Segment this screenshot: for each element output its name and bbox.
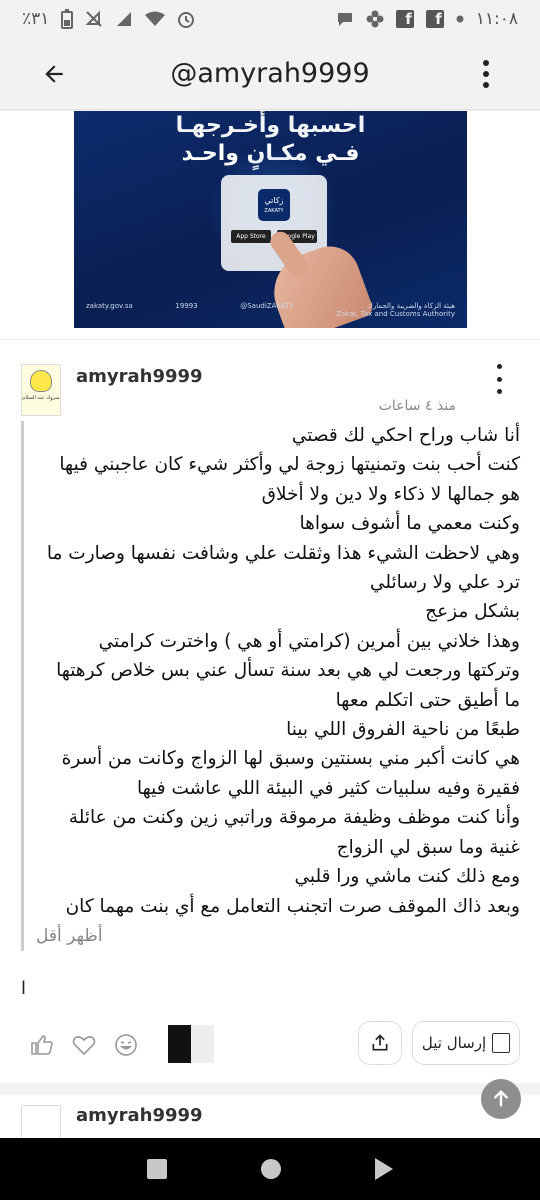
zakaty-banner[interactable]: احسبها وأخـرجهـا فـي مكـانٍ واحـد زكاتي … [74,111,467,328]
flower-icon [366,10,384,28]
thumb-up-icon [31,1035,53,1055]
more-vert-icon [496,364,502,369]
banner-footer: zakaty.gov.sa 19993 @SaudiZAKATY هيئة ال… [86,302,455,318]
wifi-icon [145,11,166,26]
back-triangle-icon[interactable] [375,1158,393,1180]
battery-icon [61,9,74,29]
laugh-emoji-icon [115,1034,137,1056]
status-right: f f ١١:٠٨ [336,9,518,29]
send-tell-icon [492,1033,511,1053]
post-line: وكنت معمي ما أشوف سواها [299,513,520,535]
app-store-badge: App Store [231,230,271,243]
post-line: وهي لاحظت الشيء هذا وثقلت علي وشافت نفسه… [46,542,520,564]
post-line: وهذا خلاني بين أمرين (كرامتي أو هي ) واخ… [98,630,520,652]
stray-text: ا [21,978,27,999]
share-icon [372,1034,388,1051]
more-options-button[interactable] [476,58,496,90]
status-left: ٪٣١ [22,9,195,29]
facebook-icon: f [425,10,444,28]
post-line: فقيرة وفيه سلبيات كثير في البيئة اللي عا… [137,777,520,799]
post-username[interactable]: amyrah9999 [76,366,203,387]
post-more-button[interactable] [494,364,504,394]
post-line: وتركتها ورجعت لي هي بعد سنة تسأل عني بس … [56,660,520,682]
post-line: ومع ذلك كنت ماشي ورا قلبي [294,866,520,888]
alarm-icon [178,12,195,28]
zakaty-app-icon: زكاتي ZAKATY [258,189,290,221]
post-line: طبعًا من ناحية الفروق اللي بينا [286,719,520,741]
chat-bubble-icon [337,13,352,26]
post-time: منذ ٤ ساعات [378,398,456,414]
share-button[interactable] [358,1021,402,1065]
feed[interactable]: احسبها وأخـرجهـا فـي مكـانٍ واحـد زكاتي … [0,111,540,1138]
post-line: بشكل مزعج [425,601,520,623]
post-line: هو جمالها لا ذكاء ولا دين ولا أخلاق [261,483,520,505]
app-bar: @amyrah9999 [0,38,540,110]
attachment-thumbnail[interactable] [168,1025,214,1063]
banner-phone: 19993 [175,302,198,310]
more-vert-icon [483,60,489,66]
show-less-link[interactable]: أظهر أقل [36,921,520,951]
post-line: وأنا كنت موظف وظيفة مرموقة وراتبي زين وك… [68,807,520,829]
post-line: أنا شاب وراح احكي لك قصتي [291,425,520,446]
post-body: أنا شاب وراح احكي لك قصتي كنت أحب بنت وت… [21,421,520,951]
facebook-icon: f [395,10,414,28]
scroll-to-top-button[interactable] [481,1079,521,1119]
post-line: كنت أحب بنت وتمنيتها زوجة لي وأكثر شيء ك… [59,454,520,476]
battery-percent: ٪٣١ [22,9,50,29]
post-line: وبعد ذاك الموقف صرت اتجنب التعامل مع أي … [65,895,520,917]
heart-button[interactable] [70,1031,98,1059]
arrow-up-icon [493,1089,509,1107]
status-bar: ٪٣١ f f ١١:٠٨ [0,0,540,38]
system-nav-bar [0,1138,540,1200]
laugh-button[interactable] [112,1031,140,1059]
post-line: ما أطيق حتى اتكلم معها [335,689,520,711]
send-tell-button[interactable]: إرسال تيل [412,1021,520,1065]
mute-icon [85,10,103,27]
post-line: غنية وما سبق لي الزواج [336,836,520,858]
avatar[interactable] [21,1105,61,1138]
post-line: ترد علي ولا رسائلي [369,572,520,594]
banner-site: zakaty.gov.sa [86,302,133,310]
signal-icon [117,12,132,26]
recent-apps-icon[interactable] [147,1159,167,1179]
authority-logo-text: هيئة الزكاة والضريبة والجمارك Zakat, Tax… [336,302,455,318]
dot-icon [456,15,464,23]
next-post: amyrah9999 [0,1095,540,1138]
avatar[interactable]: مبروك عبد السلام [21,364,61,416]
home-icon[interactable] [261,1159,281,1179]
snapchat-ghost-icon [30,370,52,392]
heart-icon [72,1036,96,1056]
banner-handle: @SaudiZAKATY [240,302,294,310]
post-line: هي كانت أكبر مني بسنتين وسبق لها الزواج … [61,748,520,770]
post-username[interactable]: amyrah9999 [76,1105,203,1126]
post: مبروك عبد السلام amyrah9999 منذ ٤ ساعات … [0,339,540,1065]
clock: ١١:٠٨ [475,9,518,29]
send-tell-label: إرسال تيل [421,1034,487,1052]
like-button[interactable] [28,1031,56,1059]
page-title: @amyrah9999 [170,58,370,89]
post-separator [0,1083,540,1095]
banner-headline-1: احسبها وأخـرجهـا [175,113,366,138]
post-actions: إرسال تيل [0,1015,540,1075]
